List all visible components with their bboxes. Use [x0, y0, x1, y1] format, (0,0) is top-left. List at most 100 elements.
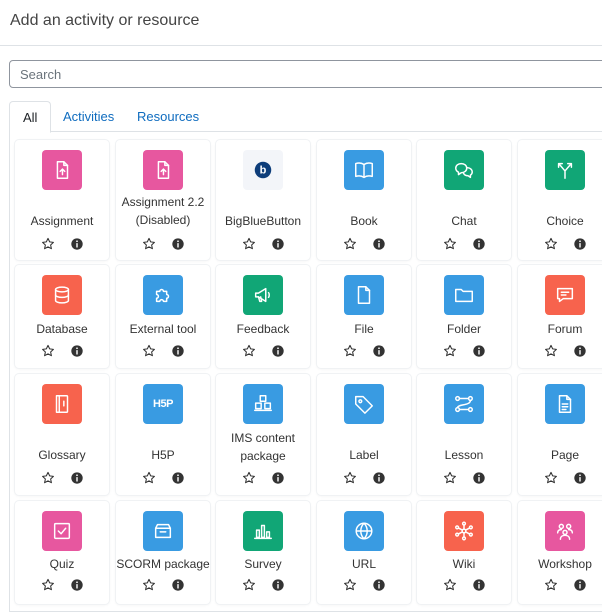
info-icon[interactable] — [70, 344, 84, 358]
star-icon[interactable] — [443, 471, 457, 485]
tab-resources[interactable]: Resources — [124, 101, 212, 132]
chooser-tabs: All Activities Resources — [9, 101, 602, 133]
info-icon[interactable] — [573, 344, 587, 358]
info-icon[interactable] — [472, 471, 486, 485]
module-card-choice[interactable]: Choice — [518, 140, 602, 260]
info-icon[interactable] — [271, 344, 285, 358]
tab-all[interactable]: All — [9, 101, 52, 133]
star-icon[interactable] — [443, 578, 457, 592]
module-actions — [116, 344, 210, 358]
info-icon[interactable] — [372, 344, 386, 358]
star-icon[interactable] — [544, 471, 558, 485]
module-card-scorm-package[interactable]: SCORM package — [116, 501, 210, 604]
info-icon[interactable] — [70, 471, 84, 485]
lesson-icon — [444, 384, 484, 424]
module-actions — [317, 237, 411, 251]
star-icon[interactable] — [242, 471, 256, 485]
database-icon — [42, 275, 82, 315]
star-icon[interactable] — [544, 578, 558, 592]
star-icon[interactable] — [443, 237, 457, 251]
module-card-wiki[interactable]: Wiki — [417, 501, 511, 604]
star-icon[interactable] — [142, 471, 156, 485]
star-icon[interactable] — [41, 471, 55, 485]
star-icon[interactable] — [242, 237, 256, 251]
star-icon[interactable] — [242, 344, 256, 358]
info-icon[interactable] — [271, 471, 285, 485]
info-icon[interactable] — [70, 237, 84, 251]
search-input[interactable]: Search — [9, 60, 602, 88]
info-icon[interactable] — [372, 471, 386, 485]
star-icon[interactable] — [142, 344, 156, 358]
module-actions — [317, 471, 411, 485]
star-icon[interactable] — [343, 344, 357, 358]
module-card-page[interactable]: Page — [518, 374, 602, 495]
module-card-label[interactable]: Label — [317, 374, 411, 495]
chat-icon — [444, 150, 484, 190]
module-actions — [518, 471, 602, 485]
module-card-ims-content-package[interactable]: IMS content package — [216, 374, 310, 495]
file-icon — [344, 275, 384, 315]
module-card-bigbluebutton[interactable]: b BigBlueButton — [216, 140, 310, 260]
info-icon[interactable] — [70, 578, 84, 592]
module-card-book[interactable]: Book — [317, 140, 411, 260]
module-card-workshop[interactable]: Workshop — [518, 501, 602, 604]
module-card-chat[interactable]: Chat — [417, 140, 511, 260]
module-card-folder[interactable]: Folder — [417, 265, 511, 368]
module-actions — [116, 578, 210, 592]
survey-icon — [243, 511, 283, 551]
module-card-assignment[interactable]: Assignment — [15, 140, 109, 260]
module-label: Glossary — [38, 448, 86, 462]
star-icon[interactable] — [41, 237, 55, 251]
star-icon[interactable] — [41, 344, 55, 358]
info-icon[interactable] — [171, 471, 185, 485]
star-icon[interactable] — [343, 237, 357, 251]
star-icon[interactable] — [343, 471, 357, 485]
module-card-database[interactable]: Database — [15, 265, 109, 368]
h5p-icon: H5P — [143, 384, 183, 424]
module-label: Folder — [446, 322, 481, 336]
star-icon[interactable] — [343, 578, 357, 592]
info-icon[interactable] — [573, 578, 587, 592]
module-card-glossary[interactable]: Glossary — [15, 374, 109, 495]
info-icon[interactable] — [171, 237, 185, 251]
module-card-feedback[interactable]: Feedback — [216, 265, 310, 368]
module-card-forum[interactable]: Forum — [518, 265, 602, 368]
tab-activities[interactable]: Activities — [50, 101, 127, 132]
module-actions — [216, 578, 310, 592]
megaphone-icon — [243, 275, 283, 315]
h5p-icon-text: H5P — [153, 398, 173, 410]
info-icon[interactable] — [573, 471, 587, 485]
info-icon[interactable] — [171, 344, 185, 358]
info-icon[interactable] — [472, 578, 486, 592]
info-icon[interactable] — [271, 578, 285, 592]
info-icon[interactable] — [271, 237, 285, 251]
module-actions — [317, 578, 411, 592]
module-card-assignment-2-2-disabled[interactable]: Assignment 2.2 (Disabled) — [116, 140, 210, 260]
module-card-quiz[interactable]: Quiz — [15, 501, 109, 604]
module-actions — [15, 471, 109, 485]
module-card-lesson[interactable]: Lesson — [417, 374, 511, 495]
module-card-file[interactable]: File — [317, 265, 411, 368]
info-icon[interactable] — [372, 237, 386, 251]
module-card-h5p[interactable]: H5P H5P — [116, 374, 210, 495]
info-icon[interactable] — [573, 237, 587, 251]
module-label: Lesson — [444, 448, 484, 462]
star-icon[interactable] — [142, 237, 156, 251]
info-icon[interactable] — [472, 237, 486, 251]
star-icon[interactable] — [142, 578, 156, 592]
info-icon[interactable] — [372, 578, 386, 592]
module-actions — [15, 578, 109, 592]
star-icon[interactable] — [242, 578, 256, 592]
info-icon[interactable] — [171, 578, 185, 592]
star-icon[interactable] — [443, 344, 457, 358]
star-icon[interactable] — [544, 237, 558, 251]
star-icon[interactable] — [544, 344, 558, 358]
module-actions — [216, 237, 310, 251]
module-card-url[interactable]: URL — [317, 501, 411, 604]
module-actions — [216, 344, 310, 358]
module-card-external-tool[interactable]: External tool — [116, 265, 210, 368]
module-card-survey[interactable]: Survey — [216, 501, 310, 604]
scorm-icon — [143, 511, 183, 551]
info-icon[interactable] — [472, 344, 486, 358]
star-icon[interactable] — [41, 578, 55, 592]
